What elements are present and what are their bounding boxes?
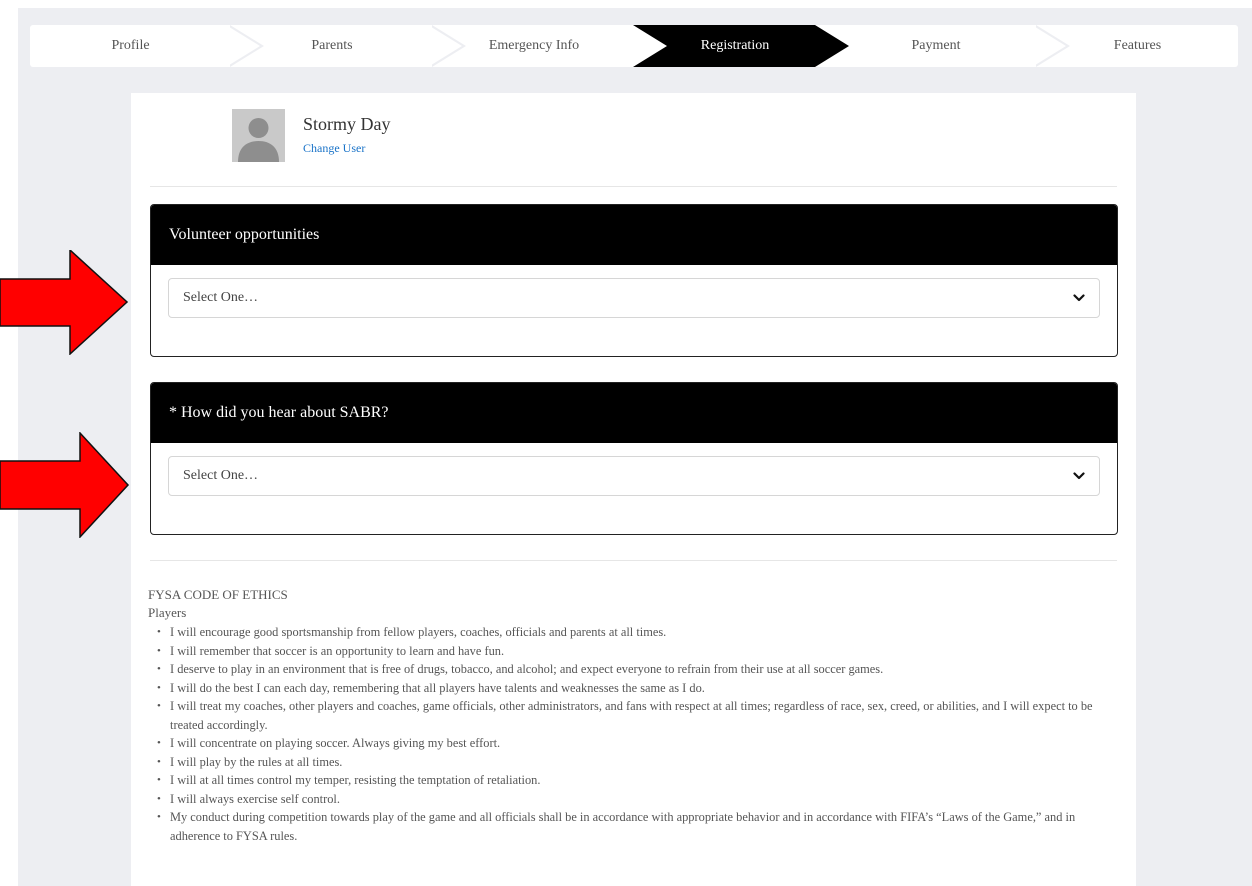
- list-item: I will concentrate on playing soccer. Al…: [157, 734, 1118, 753]
- list-item: I will at all times control my temper, r…: [157, 771, 1118, 790]
- select-value: Select One…: [183, 290, 259, 305]
- step-label: Parents: [311, 38, 353, 53]
- list-item: I will do the best I can each day, remem…: [157, 679, 1118, 698]
- list-item: I deserve to play in an environment that…: [157, 660, 1118, 679]
- annotation-arrow-icon: [0, 250, 129, 355]
- step-label: Payment: [911, 38, 961, 53]
- list-item: I will remember that soccer is an opport…: [157, 642, 1118, 661]
- step-label: Emergency Info: [488, 38, 580, 53]
- step-label: Profile: [111, 38, 150, 53]
- step-label: Registration: [700, 38, 770, 53]
- registration-stepper: Profile Parents Emergency Info Registrat…: [30, 25, 1238, 67]
- step-separator: [432, 25, 466, 67]
- registration-panel: Stormy Day Change User Volunteer opportu…: [131, 93, 1136, 886]
- list-item: My conduct during competition towards pl…: [157, 808, 1118, 845]
- change-user-link[interactable]: Change User: [303, 141, 365, 156]
- step-separator: [1036, 25, 1070, 67]
- question-title: * How did you hear about SABR?: [151, 383, 1117, 443]
- volunteer-question: Volunteer opportunities Select One…: [150, 204, 1118, 357]
- list-item: I will always exercise self control.: [157, 790, 1118, 809]
- ethics-list: I will encourage good sportsmanship from…: [157, 623, 1118, 845]
- ethics-subtitle: Players: [148, 605, 187, 620]
- select-value: Select One…: [183, 468, 259, 483]
- question-title: Volunteer opportunities: [151, 205, 1117, 265]
- list-item: I will treat my coaches, other players a…: [157, 697, 1118, 734]
- step-label: Features: [1113, 38, 1162, 53]
- user-header: Stormy Day Change User: [232, 109, 391, 162]
- divider: [150, 186, 1117, 187]
- step-separator: [230, 25, 264, 67]
- list-item: I will encourage good sportsmanship from…: [157, 623, 1118, 642]
- user-name: Stormy Day: [303, 114, 391, 134]
- step-payment[interactable]: Payment: [835, 25, 1037, 67]
- list-item: I will play by the rules at all times.: [157, 753, 1118, 772]
- referral-select[interactable]: Select One…: [168, 456, 1100, 496]
- avatar: [232, 109, 285, 162]
- volunteer-select[interactable]: Select One…: [168, 278, 1100, 318]
- ethics-title: FYSA CODE OF ETHICS: [148, 587, 288, 602]
- user-silhouette-icon: [238, 118, 279, 162]
- divider: [150, 560, 1117, 561]
- annotation-arrow-icon: [0, 432, 130, 538]
- chevron-down-icon: [1073, 472, 1085, 480]
- chevron-down-icon: [1073, 294, 1085, 302]
- code-of-ethics: FYSA CODE OF ETHICS Players I will encou…: [148, 585, 1118, 845]
- referral-question: * How did you hear about SABR? Select On…: [150, 382, 1118, 535]
- step-profile[interactable]: Profile: [30, 25, 231, 67]
